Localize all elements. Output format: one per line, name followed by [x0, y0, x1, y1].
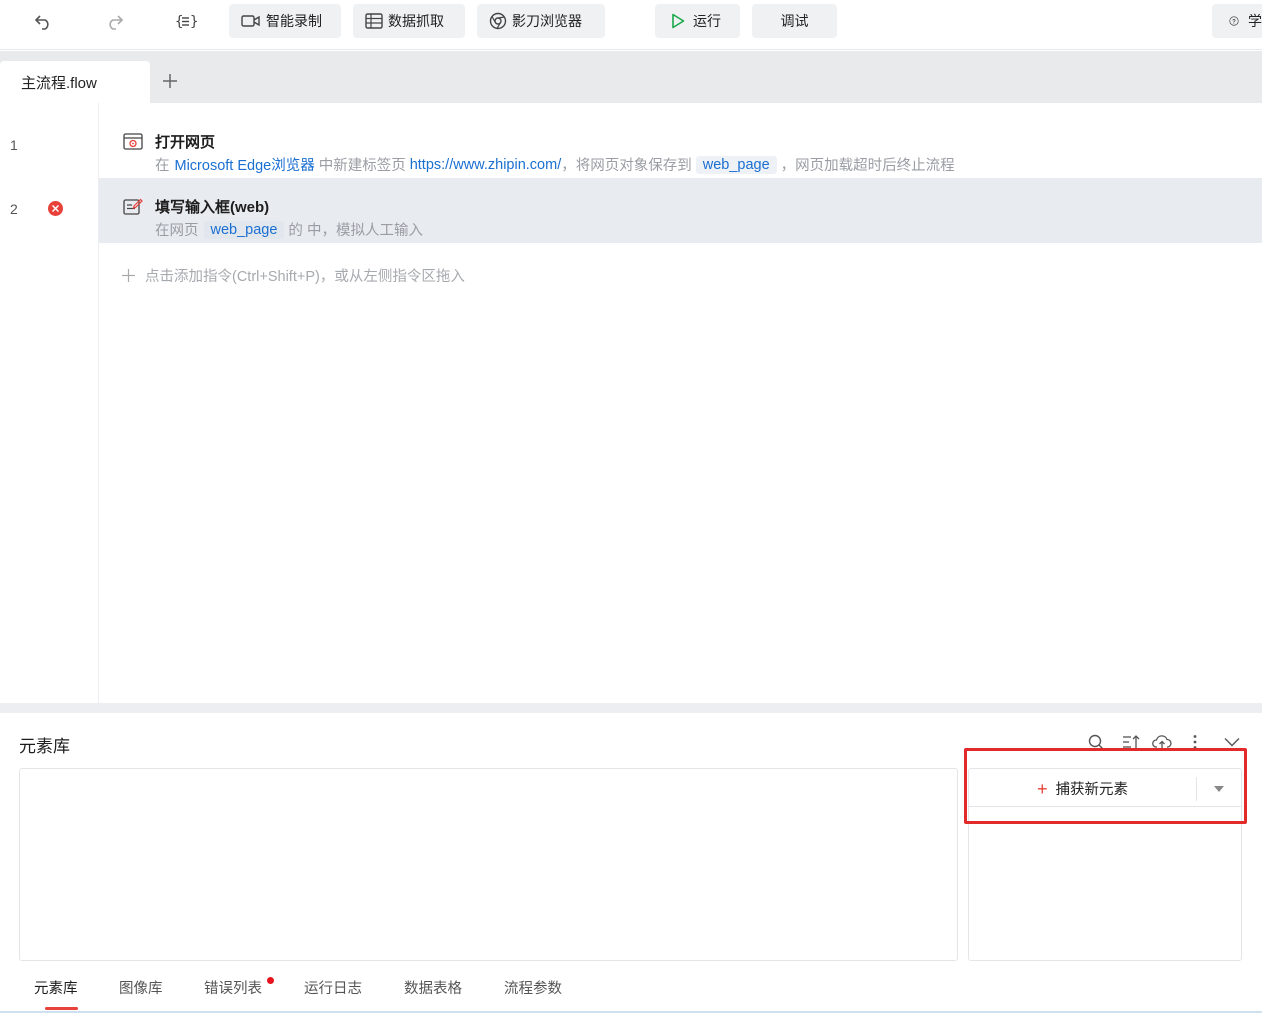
tab-bar: 主流程.flow	[0, 51, 1262, 103]
smart-record-button[interactable]: 智能录制	[229, 4, 341, 38]
run-button[interactable]: 运行	[655, 4, 740, 38]
browser-param[interactable]: Microsoft Edge浏览器	[175, 154, 315, 175]
debug-label: 调试	[780, 13, 809, 29]
svg-text:}: }	[190, 14, 198, 30]
debug-button[interactable]: 调试	[752, 4, 837, 38]
tab-flow-params[interactable]: 流程参数	[504, 977, 562, 998]
desc-text: ，将网页对象保存到	[561, 158, 692, 174]
video-icon	[241, 15, 260, 27]
tab-run-log[interactable]: 运行日志	[304, 977, 362, 998]
panel-title: 元素库	[19, 737, 70, 756]
bottom-tabs: 元素库 图像库 错误列表 运行日志 数据表格 流程参数	[0, 971, 1262, 1015]
browser-window-icon	[123, 133, 143, 153]
undo-icon[interactable]	[27, 8, 59, 34]
data-scrape-label: 数据抓取	[388, 13, 444, 29]
tab-element-library[interactable]: 元素库	[34, 977, 78, 998]
desc-text: 的 中，模拟人工输入	[288, 223, 423, 239]
element-library-panel: 元素库 + 捕获新元素 元素库 图像库 错误列表 运行日志 数据表格 流程参数	[0, 713, 1262, 1015]
browser-button[interactable]: 影刀浏览器	[477, 4, 605, 38]
play-icon	[672, 13, 685, 29]
flow-step-open-webpage[interactable]: 打开网页 在 Microsoft Edge浏览器 中新建标签页 https://…	[99, 113, 1262, 178]
active-tab-indicator	[45, 1007, 78, 1010]
add-hint-text: 点击添加指令(Ctrl+Shift+P)，或从左侧指令区拖入	[145, 269, 465, 285]
redo-icon[interactable]	[99, 8, 131, 34]
step-title: 打开网页	[155, 134, 216, 151]
desc-text: ，网页加载超时后终止流程	[780, 158, 955, 174]
help-button[interactable]: ? 学	[1212, 4, 1262, 38]
desc-text: 在	[155, 158, 170, 174]
run-label: 运行	[693, 13, 721, 29]
element-tree[interactable]	[19, 768, 958, 961]
url-param[interactable]: https://www.zhipin.com/	[410, 157, 562, 173]
svg-text:?: ?	[1232, 19, 1236, 25]
add-command-hint[interactable]: 点击添加指令(Ctrl+Shift+P)，或从左侧指令区拖入	[122, 265, 465, 286]
tab-error-list[interactable]: 错误列表	[204, 977, 262, 998]
tab-main-flow[interactable]: 主流程.flow	[0, 61, 150, 103]
desc-text: 在网页	[155, 223, 199, 239]
step-description: 在 Microsoft Edge浏览器 中新建标签页 https://www.z…	[155, 154, 955, 175]
tab-image-library[interactable]: 图像库	[119, 977, 163, 998]
panel-splitter[interactable]	[0, 703, 1262, 713]
tab-data-table[interactable]: 数据表格	[404, 977, 462, 998]
highlight-box	[964, 748, 1247, 824]
edit-form-icon	[123, 198, 143, 219]
tab-label: 主流程.flow	[21, 74, 97, 92]
notification-dot	[267, 977, 274, 984]
flow-step-fill-input[interactable]: 填写输入框(web) 在网页 web_page 的 中，模拟人工输入	[99, 178, 1262, 243]
step-description: 在网页 web_page 的 中，模拟人工输入	[155, 219, 423, 240]
error-icon[interactable]	[48, 201, 63, 216]
browser-label: 影刀浏览器	[512, 13, 582, 29]
line-number: 2	[10, 201, 18, 217]
add-tab-icon[interactable]	[158, 69, 182, 93]
smart-record-label: 智能录制	[266, 13, 322, 29]
variable-chip[interactable]: web_page	[695, 155, 777, 174]
line-gutter: 1 2	[0, 103, 99, 703]
help-icon: ?	[1229, 16, 1239, 26]
flow-editor: 1 2 打开网页 在 Microsoft Edge浏览器 中新建标签页 http…	[0, 103, 1262, 703]
data-scrape-button[interactable]: 数据抓取	[353, 4, 465, 38]
table-icon	[365, 13, 383, 29]
variables-icon[interactable]: {}	[170, 8, 202, 34]
plus-icon	[122, 269, 135, 282]
step-title: 填写输入框(web)	[155, 199, 270, 216]
help-label: 学	[1248, 13, 1262, 29]
line-number: 1	[10, 137, 18, 153]
chrome-icon	[489, 12, 507, 30]
status-divider	[0, 1011, 1262, 1013]
variable-chip[interactable]: web_page	[203, 220, 285, 239]
toolbar: {} 智能录制 数据抓取 影刀浏览器 运行 调试 ? 学	[0, 0, 1262, 50]
desc-text: 中新建标签页	[318, 158, 406, 174]
